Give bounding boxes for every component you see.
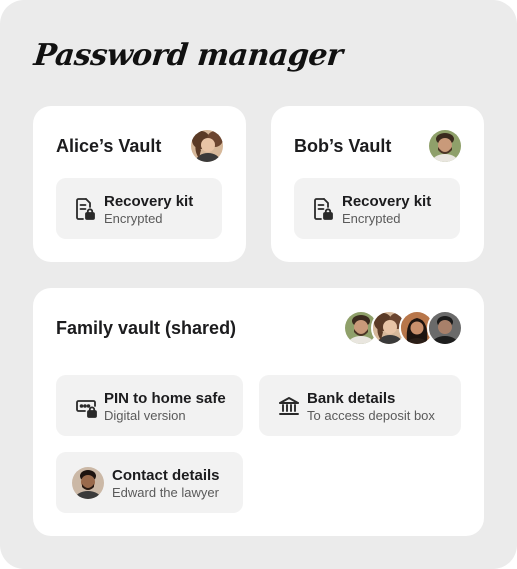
item-label: Contact details: [112, 467, 220, 484]
document-lock-icon: [74, 197, 96, 221]
item-label: Recovery kit: [104, 193, 194, 210]
vault-card-bob[interactable]: Bob’s Vault Recovery kit Encrypted: [271, 106, 484, 262]
item-label: Bank details: [307, 390, 396, 407]
avatar-alice: [189, 128, 225, 164]
vault-title: Family vault (shared): [56, 318, 237, 338]
edward-avatar: [72, 466, 104, 499]
avatar-bob: [427, 128, 463, 164]
item-label: Recovery kit: [342, 193, 432, 210]
vault-title: Alice’s Vault: [56, 136, 162, 156]
vault-title: Bob’s Vault: [294, 136, 392, 156]
vault-card-family[interactable]: Family vault (shared) PIN to home safe D…: [33, 288, 484, 536]
bank-icon: [277, 394, 299, 418]
list-item-contact-details[interactable]: Contact details Edward the lawyer: [56, 452, 243, 513]
member-avatar: [427, 310, 463, 346]
item-subtitle: Digital version: [104, 408, 186, 423]
list-item-recovery-kit[interactable]: Recovery kit Encrypted: [294, 178, 460, 239]
list-item-recovery-kit[interactable]: Recovery kit Encrypted: [56, 178, 222, 239]
item-label: PIN to home safe: [104, 390, 226, 407]
page-title: Password manager: [32, 38, 345, 73]
pin-lock-icon: [74, 394, 97, 418]
document-lock-icon: [312, 197, 334, 221]
app-frame: Password manager Alice’s Vault Recovery …: [0, 0, 517, 569]
vault-card-alice[interactable]: Alice’s Vault Recovery kit Encrypted: [33, 106, 246, 262]
list-item-bank-details[interactable]: Bank details To access deposit box: [259, 375, 461, 436]
list-item-pin-to-home-safe[interactable]: PIN to home safe Digital version: [56, 375, 243, 436]
item-subtitle: Edward the lawyer: [112, 485, 219, 500]
item-subtitle: Encrypted: [104, 211, 163, 226]
item-subtitle: To access deposit box: [307, 408, 435, 423]
item-subtitle: Encrypted: [342, 211, 401, 226]
